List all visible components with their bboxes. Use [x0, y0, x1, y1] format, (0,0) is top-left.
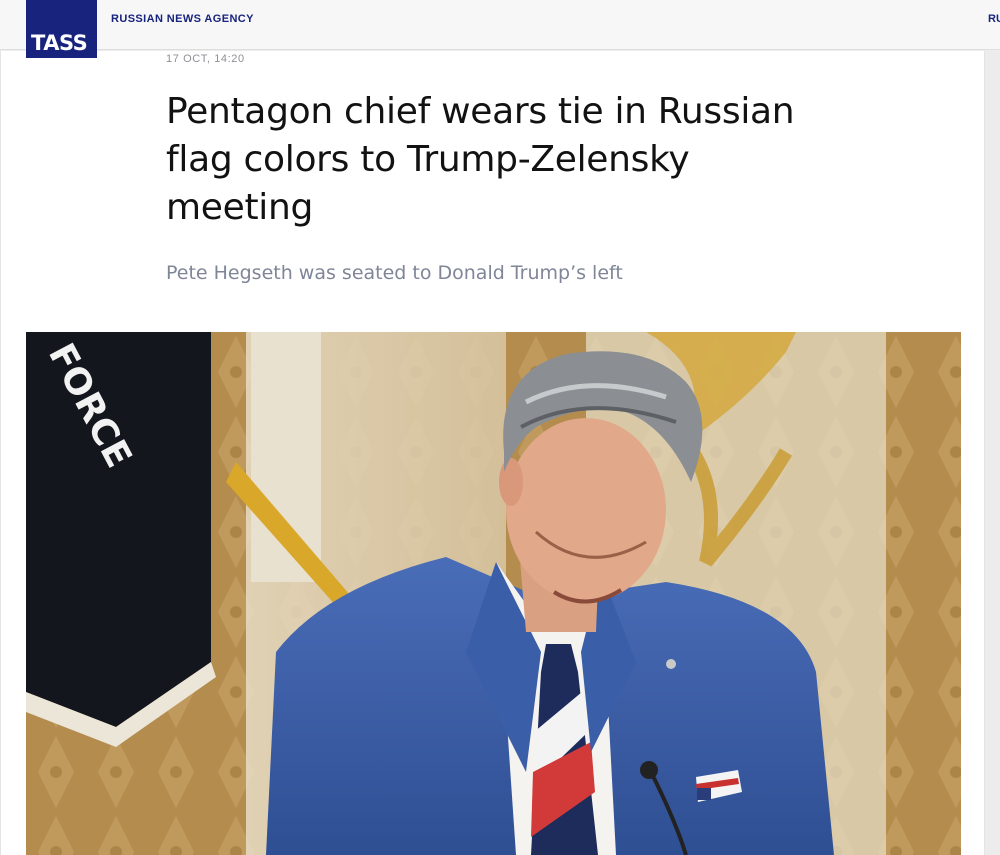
language-switch-link[interactable]: RU — [988, 13, 1000, 25]
logo-text: TASS — [31, 31, 88, 55]
headline-line-3: meeting — [166, 187, 314, 228]
article-headline: Pentagon chief wears tie in Russian flag… — [166, 88, 806, 232]
headline-line-1: Pentagon chief wears tie in Russian — [166, 91, 795, 132]
article-date: 17 OCT, 14:20 — [166, 53, 245, 65]
article-photo[interactable]: FORCE — [26, 332, 961, 855]
top-navigation-bar: TASS RUSSIAN NEWS AGENCY RU — [0, 0, 1000, 58]
article-subtitle: Pete Hegseth was seated to Donald Trump’… — [166, 262, 623, 284]
headline-line-2: flag colors to Trump-Zelensky — [166, 139, 690, 180]
tass-logo[interactable]: TASS — [26, 0, 97, 58]
photo-illustration: FORCE — [26, 332, 961, 855]
agency-label: RUSSIAN NEWS AGENCY — [111, 13, 254, 25]
